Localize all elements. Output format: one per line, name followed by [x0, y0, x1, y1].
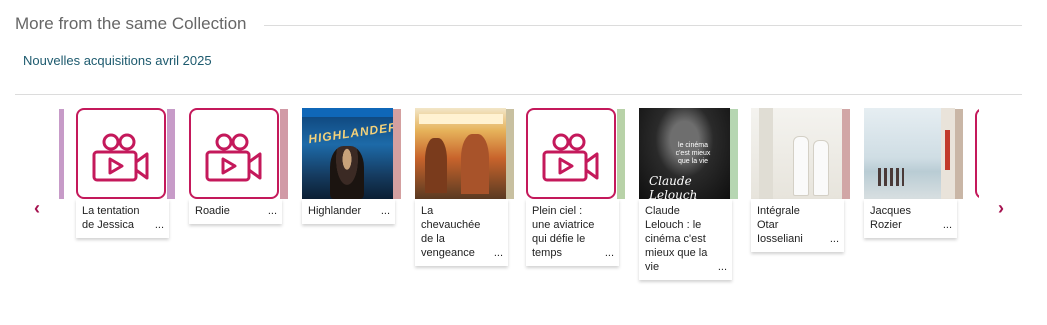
- divider: [15, 94, 1022, 95]
- video-placeholder-icon: [526, 108, 616, 199]
- more-button[interactable]: ...: [494, 246, 503, 260]
- header-rule: [264, 24, 1022, 26]
- section-header: More from the same Collection: [15, 14, 1022, 34]
- more-button[interactable]: ...: [718, 260, 727, 274]
- more-button[interactable]: ...: [943, 218, 952, 232]
- carousel-track: La tentation de Jessica ... Roadie ... H…: [59, 108, 979, 298]
- item-spine: [955, 109, 963, 199]
- collection-link[interactable]: Nouvelles acquisitions avril 2025: [23, 53, 212, 68]
- otar-cover: [751, 108, 842, 199]
- carousel-item[interactable]: Intégrale Otar Iosseliani ...: [751, 108, 850, 252]
- carousel-item[interactable]: Roadie ...: [189, 108, 288, 224]
- partial-item-left: [59, 109, 64, 199]
- section-title: More from the same Collection: [15, 14, 247, 33]
- more-button[interactable]: ...: [605, 246, 614, 260]
- item-spine: [617, 109, 625, 199]
- video-placeholder-icon: [189, 108, 279, 199]
- item-title: Highlander: [308, 205, 362, 217]
- more-button[interactable]: ...: [830, 232, 839, 246]
- chevauchee-cover: [415, 108, 506, 199]
- item-title: La tentation de Jessica: [82, 205, 140, 231]
- video-placeholder-icon: [76, 108, 166, 199]
- carousel: ‹ La tentation de Jessica ... Roadie ...…: [0, 108, 1047, 298]
- cover-text: le cinéma c'est mieux que la vie: [675, 142, 711, 165]
- item-title: Jacques Rozier: [870, 205, 911, 231]
- item-spine: [730, 109, 738, 199]
- carousel-item[interactable]: La chevauchée de la vengeance ...: [415, 108, 514, 266]
- chevron-right-icon[interactable]: ›: [993, 199, 1009, 217]
- item-caption: Intégrale Otar Iosseliani ...: [751, 199, 844, 252]
- carousel-item[interactable]: La tentation de Jessica ...: [76, 108, 175, 238]
- partial-item-right: [975, 108, 979, 199]
- chevron-left-icon[interactable]: ‹: [29, 199, 45, 217]
- item-title: Intégrale Otar Iosseliani: [757, 205, 803, 245]
- more-button[interactable]: ...: [268, 204, 277, 218]
- cover-text: Claude Lelouch: [649, 174, 698, 199]
- item-caption: Claude Lelouch : le cinéma c'est mieux q…: [639, 199, 732, 280]
- more-button[interactable]: ...: [381, 204, 390, 218]
- item-caption: La chevauchée de la vengeance ...: [415, 199, 508, 266]
- carousel-item[interactable]: HIGHLANDER Highlander ...: [302, 108, 401, 224]
- item-caption: Plein ciel : une aviatrice qui défie le …: [526, 199, 619, 266]
- carousel-item[interactable]: Plein ciel : une aviatrice qui défie le …: [526, 108, 625, 266]
- item-caption: Roadie ...: [189, 199, 282, 224]
- item-spine: [167, 109, 175, 199]
- lelouch-cover: le cinéma c'est mieux que la vie Claude …: [639, 108, 730, 199]
- item-title: Roadie: [195, 205, 230, 217]
- item-caption: Jacques Rozier ...: [864, 199, 957, 238]
- item-caption: La tentation de Jessica ...: [76, 199, 169, 238]
- item-spine: [842, 109, 850, 199]
- item-spine: [280, 109, 288, 199]
- item-title: Plein ciel : une aviatrice qui défie le …: [532, 205, 595, 259]
- more-button[interactable]: ...: [155, 218, 164, 232]
- carousel-item[interactable]: Jacques Rozier ...: [864, 108, 963, 238]
- item-caption: Highlander ...: [302, 199, 395, 224]
- highlander-cover: HIGHLANDER: [302, 108, 393, 199]
- carousel-item[interactable]: le cinéma c'est mieux que la vie Claude …: [639, 108, 738, 280]
- item-title: Claude Lelouch : le cinéma c'est mieux q…: [645, 205, 708, 273]
- item-title: La chevauchée de la vengeance: [421, 205, 481, 259]
- rozier-cover: [864, 108, 955, 199]
- item-spine: [506, 109, 514, 199]
- item-spine: [393, 109, 401, 199]
